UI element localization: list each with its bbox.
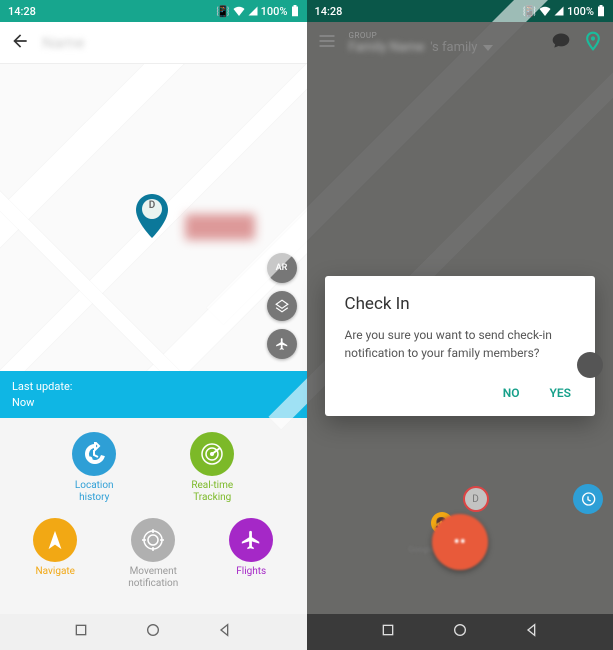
action-movement-notification[interactable]: Movement notification [117,518,189,590]
group-label: GROUP [349,31,540,40]
action-label: Location history [75,480,114,504]
wifi-icon [233,6,245,16]
nav-recent[interactable] [73,622,89,642]
map-overflow-button[interactable] [577,352,603,378]
checkin-dialog: Check In Are you sure you want to send c… [325,276,596,416]
action-label: Flights [236,566,266,578]
page-title: Name [42,33,85,52]
menu-button[interactable] [317,31,337,55]
airplane-icon [275,337,289,351]
group-selector[interactable]: GROUP Family Name's family [349,31,540,55]
chat-button[interactable] [551,31,571,55]
status-bar: 14:28 📳 100% [0,0,307,22]
checkin-fab[interactable]: •• [432,514,488,570]
nav-bar [307,614,613,650]
target-icon [141,528,165,552]
battery-icon [597,5,605,17]
history-fab[interactable] [573,484,603,514]
update-label: Last update: [12,379,295,394]
action-location-history[interactable]: Location history [58,432,130,504]
pin-label: D [135,200,169,211]
radar-icon [200,442,224,466]
airplane-icon [240,529,262,551]
battery-icon [291,5,299,17]
battery-text: 100% [261,5,288,18]
app-bar: Name [0,22,307,64]
group-name: Family Name's family [349,40,540,55]
history-icon [82,442,106,466]
dialog-title: Check In [345,294,576,314]
battery-text: 100% [567,5,594,18]
signal-icon [248,6,258,16]
history-icon [580,491,596,507]
actions-panel: Location history Real-time Tracking Navi… [0,418,307,614]
nav-home[interactable] [452,622,468,642]
action-realtime-tracking[interactable]: Real-time Tracking [176,432,248,504]
app-bar: GROUP Family Name's family [307,22,613,64]
status-time: 14:28 [315,5,343,18]
nav-home[interactable] [145,622,161,642]
nav-back[interactable] [524,622,540,642]
action-label: Navigate [36,566,75,578]
back-button[interactable] [10,31,30,55]
layers-icon [275,299,289,313]
dialog-body: Are you sure you want to send check-in n… [345,326,576,362]
last-update-bar: Last update: Now [0,371,307,418]
action-label: Movement notification [128,566,178,590]
signal-icon [554,6,564,16]
map-view[interactable]: D AR [0,64,307,371]
layers-button[interactable] [267,291,297,321]
member-pin-d[interactable]: D [463,486,489,512]
action-label: Real-time Tracking [191,480,233,504]
my-location-button[interactable] [583,31,603,55]
nav-back[interactable] [217,622,233,642]
action-navigate[interactable]: Navigate [19,518,91,590]
status-bar: 14:28 📳 100% [307,0,613,22]
dialog-yes-button[interactable]: YES [546,380,575,406]
dialog-no-button[interactable]: NO [499,380,524,406]
action-flights[interactable]: Flights [215,518,287,590]
vibrate-icon: 📳 [216,5,230,18]
nav-recent[interactable] [380,622,396,642]
navigate-icon [44,529,66,551]
flights-map-button[interactable] [267,329,297,359]
nav-bar [0,614,307,650]
user-map-pin[interactable]: D [135,194,169,238]
wifi-icon [539,6,551,16]
status-time: 14:28 [8,5,36,18]
location-label [185,214,255,240]
map-view[interactable]: GROUP Family Name's family Check In Are … [307,22,613,614]
update-value: Now [12,395,295,410]
chevron-down-icon [483,45,493,51]
status-icons: 📳 100% [216,5,299,18]
